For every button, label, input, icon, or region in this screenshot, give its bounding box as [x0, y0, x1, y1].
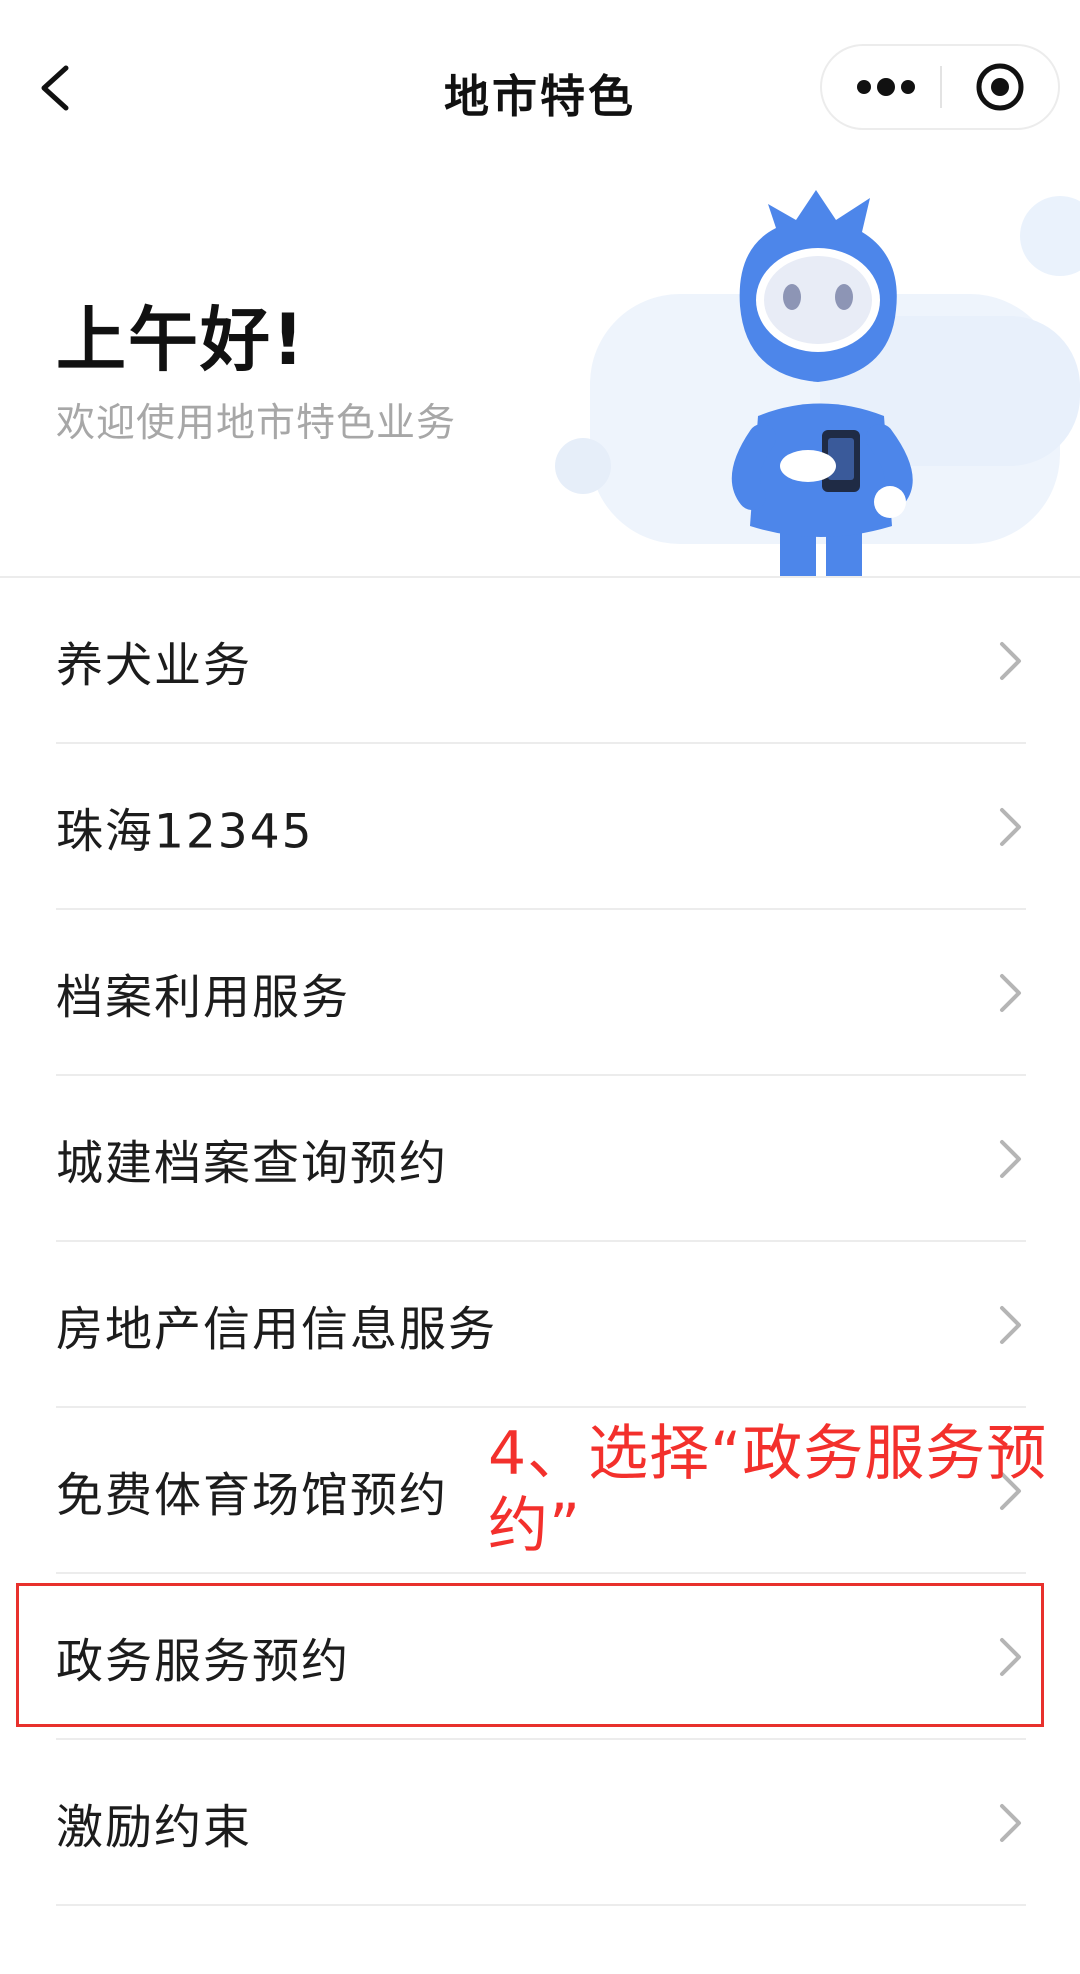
greeting-subtitle: 欢迎使用地市特色业务 [56, 401, 457, 446]
greeting-heading: 上午好! [56, 299, 306, 381]
navigation-bar: 地市特色 [0, 0, 1080, 176]
chevron-right-icon [1000, 1140, 1021, 1178]
list-item-dog-registration[interactable]: 养犬业务 [0, 578, 1080, 744]
chevron-right-icon [1000, 808, 1021, 846]
close-miniprogram-button[interactable] [942, 46, 1060, 128]
chevron-right-icon [1000, 642, 1021, 680]
chevron-right-icon [1000, 1306, 1021, 1344]
list-item-zhuhai-12345[interactable]: 珠海12345 [0, 744, 1080, 910]
list-item-real-estate-credit[interactable]: 房地产信用信息服务 [0, 1242, 1080, 1408]
list-item-label: 养犬业务 [56, 638, 252, 694]
list-item-label: 珠海12345 [56, 804, 314, 860]
list-item-label: 城建档案查询预约 [56, 1136, 448, 1192]
list-item-urban-archive-booking[interactable]: 城建档案查询预约 [0, 1076, 1080, 1242]
list-item-label: 免费体育场馆预约 [56, 1468, 448, 1524]
list-item-label: 档案利用服务 [56, 970, 350, 1026]
target-circle-icon [976, 63, 1024, 111]
list-item-label: 激励约束 [56, 1800, 252, 1856]
list-item-archive-service[interactable]: 档案利用服务 [0, 910, 1080, 1076]
list-separator [56, 1904, 1026, 1906]
greeting-banner: 上午好! 欢迎使用地市特色业务 [0, 176, 1080, 576]
robot-mascot-illustration [555, 190, 1080, 576]
list-item-incentive-constraint[interactable]: 激励约束 [0, 1740, 1080, 1906]
highlight-box [16, 1583, 1044, 1727]
list-item-label: 房地产信用信息服务 [56, 1302, 497, 1358]
more-button[interactable] [822, 46, 940, 128]
miniprogram-capsule [820, 44, 1060, 130]
annotation-text: 4、选择“政务服务预约” [488, 1419, 1048, 1561]
chevron-right-icon [1000, 974, 1021, 1012]
chevron-right-icon [1000, 1804, 1021, 1842]
more-dots-icon [857, 78, 915, 96]
